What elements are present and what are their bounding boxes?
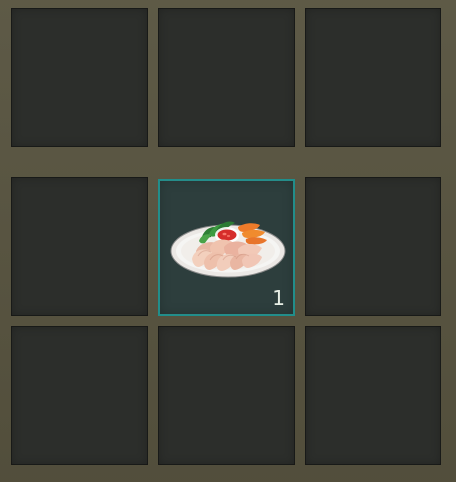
inventory-slot-2[interactable]: [158, 8, 295, 147]
inventory-slot-3[interactable]: [305, 8, 441, 147]
inventory-slot-6[interactable]: [305, 177, 441, 316]
item-count: 1: [272, 286, 285, 310]
inventory-slot-5[interactable]: 1: [158, 179, 295, 316]
inventory-slot-1[interactable]: [11, 8, 148, 147]
meat-platter-icon: [170, 221, 286, 278]
inventory-slot-9[interactable]: [305, 326, 441, 465]
inventory-slot-4[interactable]: [11, 177, 148, 316]
inventory-slot-8[interactable]: [158, 326, 295, 465]
inventory-slot-7[interactable]: [11, 326, 148, 465]
